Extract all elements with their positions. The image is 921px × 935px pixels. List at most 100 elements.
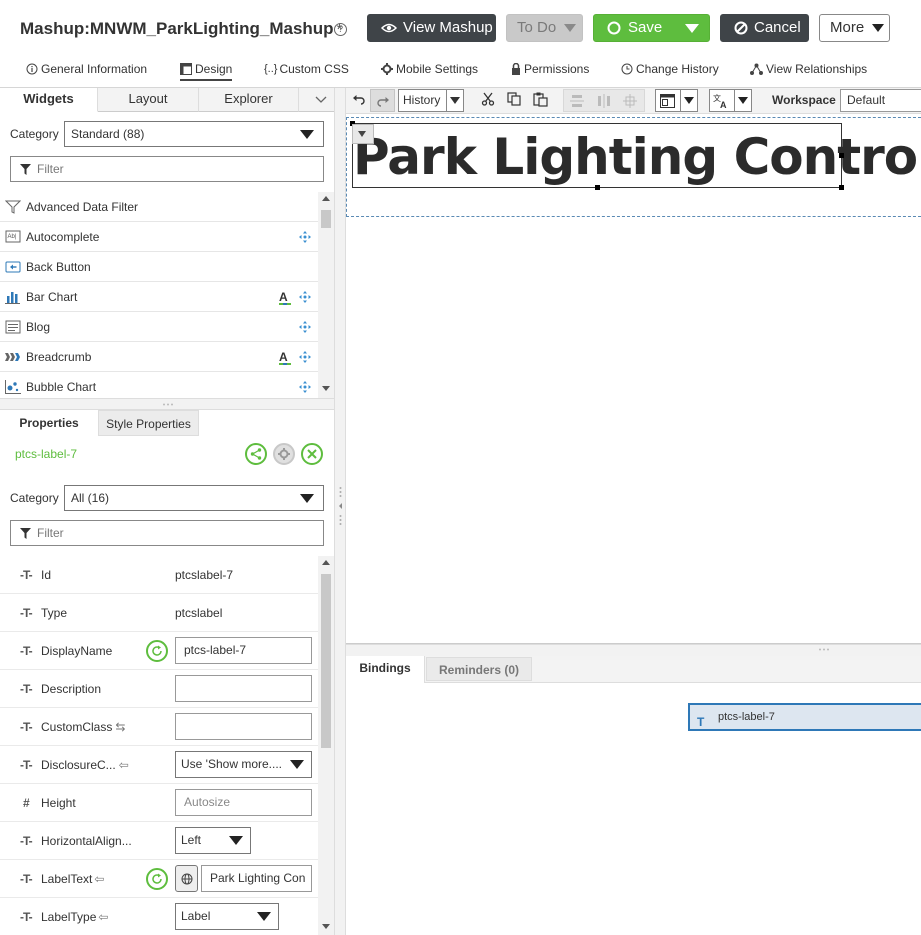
widget-menu-button[interactable] bbox=[352, 124, 374, 144]
chevron-down-icon bbox=[872, 24, 885, 32]
horizontalalign-select[interactable]: Left bbox=[175, 827, 251, 854]
center-icon[interactable] bbox=[623, 94, 637, 108]
question-icon[interactable]: ? bbox=[334, 23, 347, 36]
label-widget[interactable]: Park Lighting Control bbox=[350, 121, 921, 190]
list-item[interactable]: Bar Chart A bbox=[0, 282, 318, 312]
configure-button[interactable] bbox=[273, 443, 295, 465]
horizontalalign-value: Left bbox=[181, 833, 202, 847]
scrollbar-thumb[interactable] bbox=[321, 574, 331, 748]
copy-icon[interactable] bbox=[507, 92, 521, 106]
list-item[interactable]: Breadcrumb A bbox=[0, 342, 318, 372]
paste-icon[interactable] bbox=[533, 92, 548, 107]
remove-widget-button[interactable] bbox=[301, 443, 323, 465]
distribute-vertical-icon[interactable] bbox=[570, 94, 584, 108]
tab-reminders[interactable]: Reminders (0) bbox=[426, 657, 532, 681]
scroll-down-icon[interactable] bbox=[322, 386, 330, 391]
tab-permissions[interactable]: Permissions bbox=[511, 59, 589, 79]
tab-widgets[interactable]: Widgets bbox=[0, 88, 98, 112]
localization-dropdown[interactable]: 文A bbox=[709, 89, 752, 112]
scrollbar-thumb[interactable] bbox=[321, 210, 331, 228]
property-name: LabelText ⇦ bbox=[41, 872, 104, 886]
widget-filter-input[interactable]: Filter bbox=[10, 156, 324, 182]
property-name: HorizontalAlign... bbox=[41, 834, 132, 848]
horizontal-splitter[interactable] bbox=[346, 644, 921, 656]
reset-value-button[interactable] bbox=[146, 868, 168, 890]
property-list-scrollbar[interactable] bbox=[318, 556, 334, 935]
tab-design[interactable]: Design bbox=[180, 59, 233, 81]
chevron-down-icon bbox=[300, 494, 314, 503]
tab-mobile-settings[interactable]: Mobile Settings bbox=[381, 59, 478, 79]
move-icon[interactable] bbox=[299, 291, 311, 303]
move-icon[interactable] bbox=[299, 351, 311, 363]
tab-view-relationships[interactable]: View Relationships bbox=[750, 59, 867, 79]
widget-label: Autocomplete bbox=[26, 230, 100, 244]
layout-options-dropdown[interactable] bbox=[655, 89, 698, 112]
list-item[interactable]: Ab| Autocomplete bbox=[0, 222, 318, 252]
list-item[interactable]: Blog bbox=[0, 312, 318, 342]
graph-icon bbox=[750, 63, 766, 75]
scroll-up-icon[interactable] bbox=[322, 560, 330, 565]
widget-list-scrollbar[interactable] bbox=[318, 192, 334, 398]
save-options-dropdown[interactable] bbox=[675, 15, 709, 41]
displayname-input[interactable]: ptcs-label-7 bbox=[175, 637, 312, 664]
chevron-down-icon bbox=[290, 760, 304, 769]
tab-style-properties[interactable]: Style Properties bbox=[98, 410, 199, 436]
panel-resize-handle[interactable] bbox=[0, 398, 334, 410]
string-type-icon: -T- bbox=[20, 758, 33, 772]
distribute-horizontal-icon[interactable] bbox=[597, 94, 611, 108]
tab-bindings[interactable]: Bindings bbox=[346, 656, 425, 684]
globe-icon bbox=[181, 873, 192, 884]
tab-general-information[interactable]: General Information bbox=[26, 59, 147, 79]
resize-handle[interactable] bbox=[595, 185, 600, 190]
tab-explorer[interactable]: Explorer bbox=[199, 88, 299, 112]
disclosure-select[interactable]: Use 'Show more.... bbox=[175, 751, 312, 778]
list-item[interactable]: Bubble Chart bbox=[0, 372, 318, 398]
resize-handle[interactable] bbox=[839, 185, 844, 190]
localize-button[interactable] bbox=[175, 865, 198, 892]
cancel-button[interactable]: Cancel bbox=[720, 14, 809, 42]
undo-icon[interactable] bbox=[352, 92, 366, 106]
resize-handle[interactable] bbox=[839, 153, 844, 158]
tab-layout[interactable]: Layout bbox=[98, 88, 199, 112]
save-button[interactable]: Save bbox=[593, 14, 710, 42]
customclass-input[interactable] bbox=[175, 713, 312, 740]
history-dropdown[interactable]: History bbox=[398, 89, 464, 112]
list-item[interactable]: Back Button bbox=[0, 252, 318, 282]
move-icon[interactable] bbox=[299, 231, 311, 243]
workspace-select[interactable]: Default bbox=[840, 89, 921, 112]
tab-properties[interactable]: Properties bbox=[0, 410, 98, 436]
scroll-down-icon[interactable] bbox=[322, 924, 330, 929]
description-input[interactable] bbox=[175, 675, 312, 702]
chevron-down-icon bbox=[564, 24, 577, 32]
scroll-up-icon[interactable] bbox=[322, 196, 330, 201]
move-icon[interactable] bbox=[299, 321, 311, 333]
widget-category-select[interactable]: Standard (88) bbox=[64, 121, 324, 147]
view-mashup-button[interactable]: View Mashup bbox=[367, 14, 496, 42]
property-name: DisplayName bbox=[41, 644, 113, 658]
list-item[interactable]: Advanced Data Filter bbox=[0, 192, 318, 222]
property-category-select[interactable]: All (16) bbox=[64, 485, 324, 511]
redo-button[interactable] bbox=[370, 89, 395, 112]
labeltext-input[interactable]: Park Lighting Con bbox=[201, 865, 312, 892]
height-input[interactable]: Autosize bbox=[175, 789, 312, 816]
reset-value-button[interactable] bbox=[146, 640, 168, 662]
labeltype-select[interactable]: Label bbox=[175, 903, 279, 930]
disclosure-value: Use 'Show more.... bbox=[181, 757, 282, 771]
binding-node[interactable]: T ptcs-label-7 bbox=[688, 703, 921, 731]
collapse-panel-button[interactable] bbox=[299, 88, 334, 112]
selected-widget-name: ptcs-label-7 bbox=[15, 447, 78, 461]
property-filter-input[interactable]: Filter bbox=[10, 520, 324, 546]
widget-category-value: Standard (88) bbox=[71, 127, 145, 141]
move-icon[interactable] bbox=[299, 381, 311, 393]
eye-icon bbox=[381, 23, 397, 33]
cut-icon[interactable] bbox=[481, 92, 495, 106]
tab-custom-css[interactable]: {..} Custom CSS bbox=[264, 59, 349, 79]
property-name: Id bbox=[41, 568, 52, 582]
vertical-splitter[interactable] bbox=[334, 88, 346, 935]
more-button[interactable]: More bbox=[819, 14, 890, 42]
translate-icon: 文A bbox=[713, 93, 727, 109]
share-binding-button[interactable] bbox=[245, 443, 267, 465]
tab-change-history[interactable]: Change History bbox=[621, 59, 719, 79]
alignment-tools bbox=[563, 89, 645, 112]
todo-button[interactable]: To Do bbox=[506, 14, 583, 42]
